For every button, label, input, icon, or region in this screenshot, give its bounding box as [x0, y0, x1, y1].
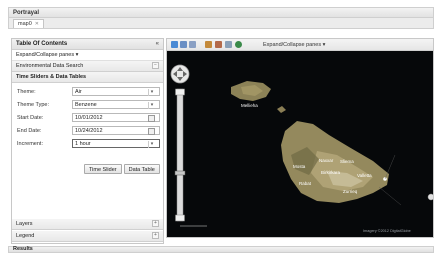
pan-icon[interactable] — [171, 41, 178, 48]
end-date-value: 10/24/2012 — [75, 128, 103, 134]
start-date-row: Start Date: 10/01/2012 — [16, 113, 164, 123]
end-date-row: End Date: 10/24/2012 — [16, 126, 164, 136]
portal-title: Portrayal — [13, 10, 40, 16]
toc-header: Table Of Contents « — [12, 39, 163, 50]
increment-label: Increment: — [17, 141, 43, 147]
expand-collapse-menu[interactable]: Expand/Collapse panes ▾ — [12, 50, 163, 61]
start-date-value: 10/01/2012 — [75, 115, 103, 121]
theme-value: Air — [75, 89, 82, 95]
start-date-label: Start Date: — [17, 115, 44, 121]
form-actions: Time Slider Data Table — [84, 164, 162, 174]
end-date-label: End Date: — [17, 128, 42, 134]
chevron-down-icon[interactable]: ▾ — [148, 102, 155, 109]
map-label: Birkirkara — [321, 170, 340, 175]
map-label: Valletta — [357, 173, 372, 178]
map-canvas[interactable]: Mellieha Mosta Naxxar Sliema Valletta Bi… — [167, 51, 433, 237]
results-title: Results — [13, 246, 33, 252]
zoom-out-icon[interactable] — [189, 41, 196, 48]
draw-icon[interactable] — [205, 41, 212, 48]
theme-row: Theme: Air ▾ — [16, 87, 164, 97]
legend-section[interactable]: Legend + — [12, 231, 163, 242]
theme-label: Theme: — [17, 89, 36, 95]
table-of-contents-panel: Table Of Contents « Expand/Collapse pane… — [11, 38, 164, 244]
env-data-search-section[interactable]: Environmental Data Search − — [12, 61, 163, 72]
start-date-field[interactable]: 10/01/2012 — [72, 113, 160, 122]
data-table-button[interactable]: Data Table — [123, 164, 160, 174]
pan-control[interactable] — [170, 64, 190, 84]
expand-icon[interactable]: + — [152, 232, 159, 239]
expand-icon[interactable]: + — [152, 220, 159, 227]
expand-collapse-label: Expand/Collapse panes ▾ — [16, 52, 79, 58]
map-label: Mosta — [293, 164, 306, 169]
theme-select[interactable]: Air ▾ — [72, 87, 160, 96]
map-label: Sliema — [340, 159, 354, 164]
time-slider-button[interactable]: Time Slider — [84, 164, 122, 174]
legend-label: Legend — [16, 233, 35, 239]
increment-select[interactable]: 1 hour ▾ — [72, 139, 160, 148]
calendar-icon[interactable] — [148, 115, 155, 122]
increment-value: 1 hour — [75, 141, 91, 147]
map-imagery: Mellieha Mosta Naxxar Sliema Valletta Bi… — [167, 51, 433, 237]
zoom-in-icon[interactable] — [180, 41, 187, 48]
expand-collapse-label[interactable]: Expand/Collapse panes ▾ — [263, 42, 325, 48]
chevron-down-icon[interactable]: ▾ — [148, 141, 155, 148]
identify-icon[interactable] — [215, 41, 222, 48]
toc-title: Table Of Contents — [16, 41, 68, 47]
globe-icon[interactable] — [235, 41, 242, 48]
chevron-down-icon[interactable]: ▾ — [148, 89, 155, 96]
results-panel-header[interactable]: Results — [8, 246, 434, 253]
theme-type-row: Theme Type: Benzene ▾ — [16, 100, 164, 110]
map-label: Mellieha — [241, 103, 258, 108]
layers-section[interactable]: Layers + — [12, 219, 163, 230]
time-sliders-label: Time Sliders & Data Tables — [16, 74, 87, 80]
map-attribution: Imagery ©2012 DigitalGlobe — [363, 229, 411, 233]
map-label: Zurrieq — [343, 189, 358, 194]
tab-map0[interactable]: map0 ✕ — [13, 19, 44, 28]
close-icon[interactable]: ✕ — [35, 21, 39, 27]
measure-icon[interactable] — [225, 41, 232, 48]
map-label: Naxxar — [319, 158, 334, 163]
map-panel: Expand/Collapse panes ▾ Mellieha Mosta N… — [166, 38, 434, 238]
theme-type-value: Benzene — [75, 102, 97, 108]
layers-label: Layers — [16, 221, 33, 227]
increment-row: Increment: 1 hour ▾ — [16, 139, 164, 149]
portal-header: Portrayal — [8, 7, 434, 18]
theme-type-select[interactable]: Benzene ▾ — [72, 100, 160, 109]
map-toolbar: Expand/Collapse panes ▾ — [167, 39, 433, 51]
collapse-left-icon[interactable]: « — [156, 41, 159, 47]
map-tabstrip: map0 ✕ — [8, 18, 434, 29]
collapse-icon[interactable]: − — [152, 62, 159, 69]
env-data-search-label: Environmental Data Search — [16, 63, 84, 69]
time-sliders-section[interactable]: Time Sliders & Data Tables — [12, 72, 163, 83]
tab-label: map0 — [18, 21, 32, 27]
calendar-icon[interactable] — [148, 128, 155, 135]
map-label: Rabat — [299, 181, 312, 186]
end-date-field[interactable]: 10/24/2012 — [72, 126, 160, 135]
theme-type-label: Theme Type: — [17, 102, 49, 108]
